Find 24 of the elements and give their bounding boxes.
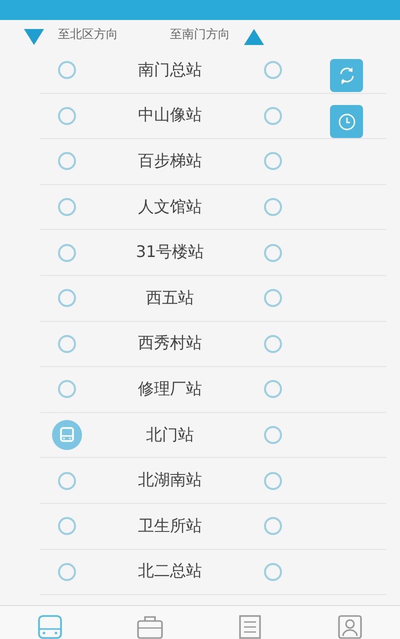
station-name: 南门总站 [137, 60, 203, 81]
nav-tab[interactable] [135, 614, 165, 639]
direction-label: 至南门方向 [170, 26, 230, 43]
up-arrow-icon [244, 29, 264, 45]
station-name: 北二总站 [137, 561, 203, 582]
station-name: 卫生所站 [137, 516, 203, 537]
down-arrow-icon [24, 29, 44, 45]
person-icon [335, 614, 365, 639]
station-name: 西秀村站 [137, 333, 203, 354]
refresh-button[interactable] [330, 59, 363, 92]
bus-icon [35, 614, 65, 639]
nav-tab[interactable] [335, 614, 365, 639]
nav-tab[interactable] [35, 614, 65, 639]
station-name: 中山像站 [137, 105, 203, 126]
station-name: 31号楼站 [134, 242, 206, 264]
direction-label: 至北区方向 [58, 26, 118, 43]
station-name: 北门站 [145, 424, 195, 446]
schedule-button[interactable] [330, 105, 363, 138]
station-name: 修理厂站 [137, 378, 203, 400]
station-name: 西五站 [145, 288, 195, 309]
station-name: 百步梯站 [137, 150, 203, 172]
station-name: 人文馆站 [137, 196, 203, 218]
briefcase-icon [135, 614, 165, 639]
station-name: 北湖南站 [137, 470, 203, 492]
